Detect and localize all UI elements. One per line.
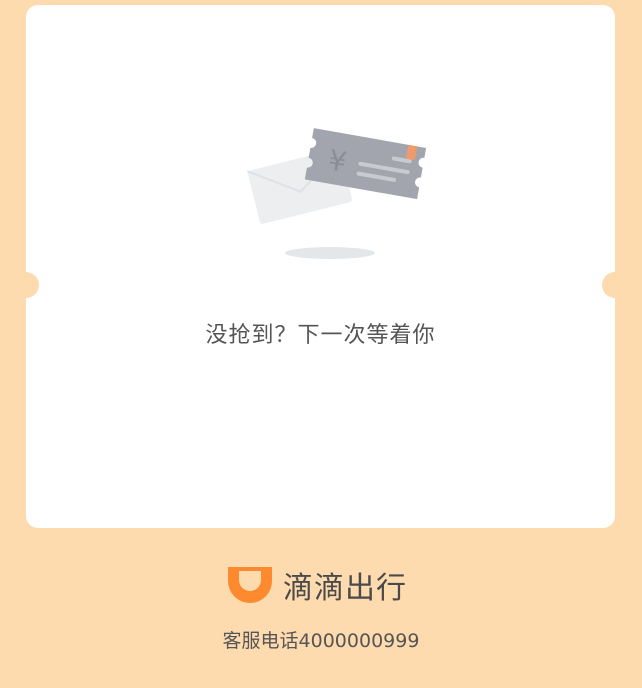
card-notch-left xyxy=(13,272,39,298)
brand: 滴滴出行 xyxy=(225,563,407,607)
customer-service-hotline: 客服电话4000000999 xyxy=(222,630,420,652)
empty-coupon-envelope-icon: ¥ xyxy=(240,115,440,265)
brand-name: 滴滴出行 xyxy=(283,571,407,606)
result-message: 没抢到？下一次等着你 xyxy=(205,323,436,348)
result-card: ¥ 没抢到？下一次等着你 xyxy=(13,5,628,528)
card-notch-right xyxy=(602,272,628,298)
didi-logo-icon xyxy=(228,567,272,603)
